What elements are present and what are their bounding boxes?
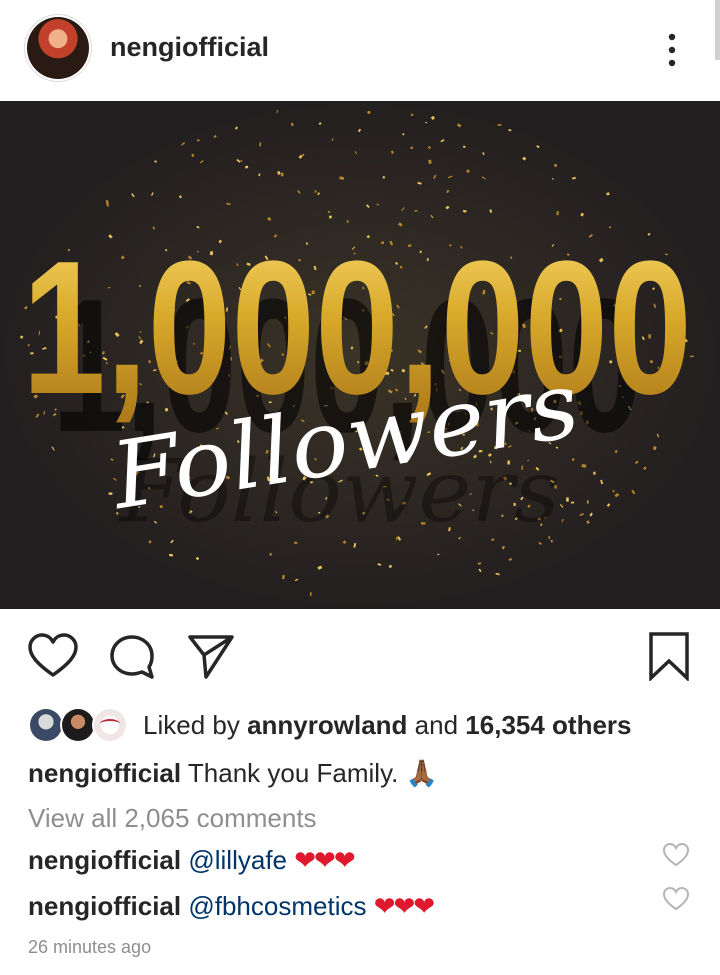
more-vertical-icon[interactable]: [660, 30, 684, 70]
comment-mention[interactable]: @fbhcosmetics: [188, 891, 366, 921]
post-actions: [0, 609, 720, 699]
comment-bubble-icon[interactable]: [108, 633, 156, 681]
caption-text: Thank you Family.: [187, 758, 399, 788]
liker-avatar: [30, 709, 62, 741]
likes-prefix: Liked by: [143, 710, 240, 740]
post-timestamp: 26 minutes ago: [28, 937, 152, 957]
confetti-piece: [108, 492, 113, 495]
confetti-piece: [382, 176, 385, 179]
caption-username[interactable]: nengiofficial: [28, 758, 181, 788]
confetti-piece: [329, 215, 332, 219]
comment-row: nengiofficial @fbhcosmetics ❤❤❤: [28, 891, 435, 922]
profile-avatar[interactable]: [27, 17, 89, 79]
milestone-graphic: 1,000,000 1,000,000 Followers Followers: [0, 101, 720, 609]
confetti-piece: [327, 210, 330, 213]
confetti-piece: [463, 145, 466, 148]
comment-like-heart-icon[interactable]: [663, 887, 689, 911]
liker-avatar: [94, 709, 126, 741]
confetti-piece: [105, 200, 109, 205]
confetti-piece: [309, 592, 312, 596]
scrollbar[interactable]: [715, 0, 720, 60]
confetti-piece: [497, 124, 502, 126]
view-all-comments-link[interactable]: View all 2,065 comments: [28, 803, 317, 834]
confetti-piece: [554, 164, 557, 167]
likes-count[interactable]: 16,354 others: [465, 710, 631, 740]
post-caption: nengiofficial Thank you Family. 🙏🏾: [28, 758, 438, 789]
confetti-piece: [280, 172, 284, 177]
confetti-piece: [570, 501, 575, 504]
confetti-piece: [410, 146, 414, 150]
post-image[interactable]: 1,000,000 1,000,000 Followers Followers: [0, 101, 720, 609]
likes-row[interactable]: Liked by annyrowland and 16,354 others: [0, 700, 720, 750]
confetti-piece: [245, 165, 249, 169]
header-username[interactable]: nengiofficial: [110, 32, 269, 63]
liker-avatar: [62, 709, 94, 741]
likes-summary[interactable]: Liked by annyrowland and 16,354 others: [143, 710, 632, 741]
confetti-piece: [653, 446, 657, 450]
confetti-piece: [197, 139, 200, 142]
confetti-piece: [269, 553, 272, 556]
comment-like-heart-icon[interactable]: [663, 843, 689, 867]
confetti-piece: [587, 500, 589, 504]
bookmark-icon[interactable]: [648, 631, 690, 681]
liker-username[interactable]: annyrowland: [247, 710, 407, 740]
post-header: nengiofficial: [0, 0, 720, 101]
comment-row: nengiofficial @lillyafe ❤❤❤: [28, 845, 356, 876]
paper-plane-icon[interactable]: [186, 631, 236, 681]
comment-hearts: ❤❤❤: [373, 891, 435, 921]
praying-hands-emoji: 🙏🏾: [405, 758, 438, 788]
comment-mention[interactable]: @lillyafe: [188, 845, 287, 875]
confetti-piece: [428, 159, 432, 165]
confetti-piece: [565, 497, 569, 502]
confetti-piece: [556, 211, 559, 216]
likes-and: and: [414, 710, 459, 740]
confetti-piece: [191, 153, 195, 157]
confetti-piece: [466, 169, 470, 173]
heart-icon[interactable]: [28, 633, 78, 679]
comment-username[interactable]: nengiofficial: [28, 891, 181, 921]
confetti-piece: [593, 471, 596, 475]
comment-username[interactable]: nengiofficial: [28, 845, 181, 875]
comment-hearts: ❤❤❤: [294, 845, 355, 875]
